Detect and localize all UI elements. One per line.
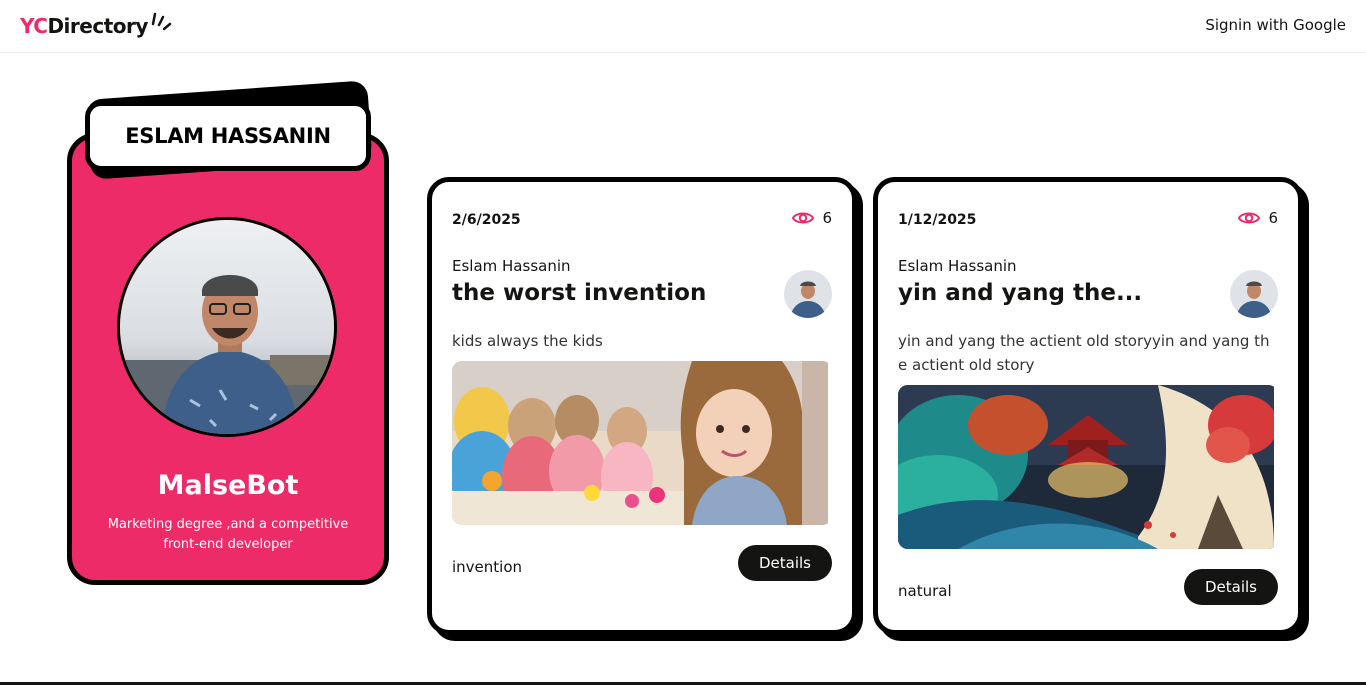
views-count: 6 <box>822 209 832 227</box>
eye-icon <box>1238 212 1261 224</box>
views-count: 6 <box>1268 209 1278 227</box>
profile-avatar <box>117 217 337 437</box>
details-button[interactable]: Details <box>1184 569 1278 605</box>
profile-username: MalseBot <box>157 470 299 501</box>
eye-icon <box>792 212 815 224</box>
startup-card: 2/6/2025 6 Eslam Hassanin the worst inve… <box>427 177 857 635</box>
details-button[interactable]: Details <box>738 545 832 581</box>
startup-author[interactable]: Eslam Hassanin <box>452 257 571 275</box>
logo-text: YCDirectory <box>20 14 148 38</box>
startup-card: 1/12/2025 6 Eslam Hassanin yin and yang … <box>873 177 1303 635</box>
startup-author[interactable]: Eslam Hassanin <box>898 257 1017 275</box>
profile-bio: Marketing degree ,and a competitive fron… <box>107 517 349 552</box>
avatar-photo <box>120 220 334 434</box>
logo[interactable]: YCDirectory <box>20 12 172 38</box>
profile-name: Eslam Hassanin <box>125 124 331 148</box>
startup-image[interactable] <box>898 385 1278 549</box>
views-counter: 6 <box>1238 209 1278 227</box>
navbar: YCDirectory Signin with Google <box>0 0 1366 53</box>
yin-yang-landscape-image <box>898 385 1278 549</box>
children-playing-image <box>452 361 828 525</box>
startup-title[interactable]: the worst invention <box>452 280 706 306</box>
startup-title[interactable]: yin and yang the... <box>898 280 1142 306</box>
startup-description: kids always the kids <box>452 332 603 350</box>
startup-category[interactable]: invention <box>452 558 522 576</box>
spark-icon <box>151 12 172 31</box>
signin-button[interactable]: Signin with Google <box>1205 16 1346 34</box>
author-avatar[interactable] <box>1230 270 1278 318</box>
author-avatar[interactable] <box>784 270 832 318</box>
startup-image[interactable] <box>452 361 832 525</box>
profile-name-tag: Eslam Hassanin <box>85 101 371 171</box>
startup-description: yin and yang the actient old storyyin an… <box>898 332 1270 374</box>
startup-date: 1/12/2025 <box>898 212 977 228</box>
views-counter: 6 <box>792 209 832 227</box>
startup-date: 2/6/2025 <box>452 212 521 228</box>
startup-category[interactable]: natural <box>898 582 952 600</box>
